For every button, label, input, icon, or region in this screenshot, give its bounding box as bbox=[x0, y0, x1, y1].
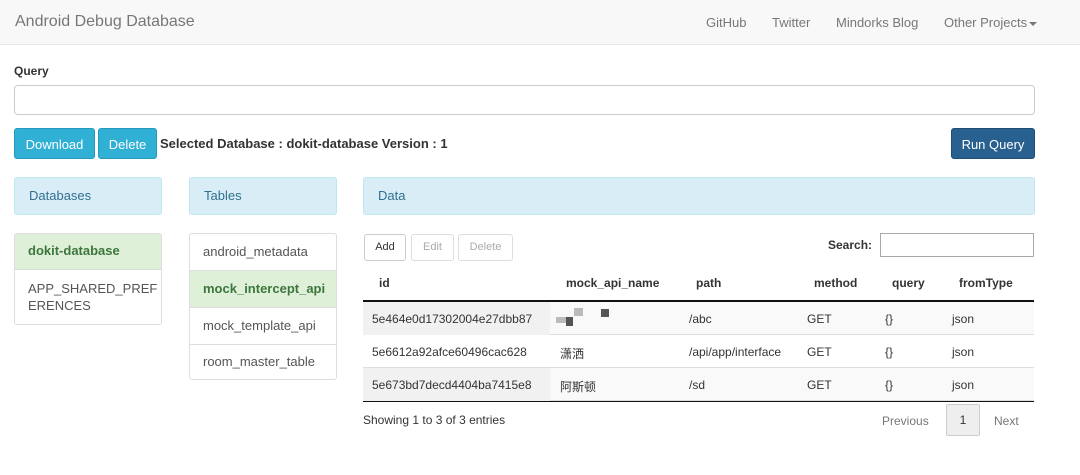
caret-down-icon bbox=[1029, 21, 1038, 26]
search-label: Search: bbox=[828, 238, 873, 252]
delete-database-button[interactable]: Delete bbox=[98, 128, 157, 159]
nav-link-github[interactable]: GitHub bbox=[706, 15, 746, 30]
emoji-glyph-fragment bbox=[556, 317, 566, 323]
column-header-from-type[interactable]: fromType bbox=[959, 276, 1013, 290]
app-brand[interactable]: Android Debug Database bbox=[15, 13, 195, 31]
pagination-previous[interactable]: Previous bbox=[882, 414, 929, 428]
database-item-dokit-database[interactable]: dokit-database bbox=[15, 234, 161, 270]
column-header-method[interactable]: method bbox=[814, 276, 857, 290]
cell-mock-api-name: 阿斯顿 bbox=[560, 380, 597, 394]
selected-database-info: Selected Database : dokit-database Versi… bbox=[160, 136, 448, 151]
emoji-glyph-fragment bbox=[601, 309, 609, 317]
column-header-id[interactable]: id bbox=[379, 276, 390, 290]
nav-link-twitter[interactable]: Twitter bbox=[772, 15, 810, 30]
databases-panel-heading: Databases bbox=[14, 177, 162, 215]
edit-row-button[interactable]: Edit bbox=[411, 234, 454, 261]
cell-mock-api-name: 潇洒 bbox=[560, 347, 585, 361]
cell-query: {} bbox=[885, 312, 894, 326]
table-row[interactable]: 5e464e0d17302004e27dbb87 /abc GET {} jso… bbox=[363, 302, 1034, 335]
table-bottom-border bbox=[363, 401, 1034, 402]
run-query-button[interactable]: Run Query bbox=[951, 128, 1035, 159]
column-header-mock-api-name[interactable]: mock_api_name bbox=[566, 276, 659, 290]
navbar: Android Debug Database GitHub Twitter Mi… bbox=[0, 0, 1080, 45]
cell-id: 5e6612a92afce60496cac628 bbox=[372, 345, 527, 359]
tables-list: android_metadata mock_intercept_api mock… bbox=[189, 233, 337, 380]
column-header-path[interactable]: path bbox=[696, 276, 721, 290]
pagination-page-1[interactable]: 1 bbox=[946, 404, 980, 436]
query-label: Query bbox=[14, 64, 49, 78]
tables-panel-heading: Tables bbox=[189, 177, 337, 215]
cell-method: GET bbox=[807, 378, 832, 392]
cell-path: /sd bbox=[689, 378, 706, 392]
cell-from-type: json bbox=[952, 378, 975, 392]
nav-dropdown-other-projects[interactable]: Other Projects bbox=[944, 15, 1038, 30]
database-item-label-line1: APP_SHARED_PREF bbox=[28, 281, 158, 296]
data-panel-heading: Data bbox=[363, 177, 1035, 215]
table-item-room-master-table[interactable]: room_master_table bbox=[190, 345, 336, 380]
cell-id: 5e464e0d17302004e27dbb87 bbox=[372, 312, 533, 326]
pagination-next[interactable]: Next bbox=[994, 414, 1019, 428]
emoji-glyph-fragment bbox=[566, 317, 573, 326]
table-item-mock-template-api[interactable]: mock_template_api bbox=[190, 308, 336, 345]
cell-id: 5e673bd7decd4404ba7415e8 bbox=[372, 378, 532, 392]
database-item-label-line2: ERENCES bbox=[28, 298, 91, 313]
table-row[interactable]: 5e6612a92afce60496cac628 潇洒 /api/app/int… bbox=[363, 335, 1034, 368]
delete-row-button[interactable]: Delete bbox=[458, 234, 513, 261]
cell-method: GET bbox=[807, 345, 832, 359]
entries-info: Showing 1 to 3 of 3 entries bbox=[363, 413, 506, 427]
nav-link-other-projects-label: Other Projects bbox=[944, 15, 1028, 30]
table-row[interactable]: 5e673bd7decd4404ba7415e8 阿斯顿 /sd GET {} … bbox=[363, 368, 1034, 401]
table-item-android-metadata[interactable]: android_metadata bbox=[190, 234, 336, 271]
nav-link-mindorks-blog[interactable]: Mindorks Blog bbox=[836, 15, 918, 30]
query-input[interactable] bbox=[14, 85, 1035, 115]
search-input[interactable] bbox=[880, 233, 1034, 257]
download-button[interactable]: Download bbox=[14, 128, 95, 159]
databases-list: dokit-database APP_SHARED_PREF ERENCES bbox=[14, 233, 162, 325]
cell-query: {} bbox=[885, 378, 894, 392]
table-item-mock-intercept-api[interactable]: mock_intercept_api bbox=[190, 271, 336, 308]
cell-from-type: json bbox=[952, 345, 975, 359]
cell-method: GET bbox=[807, 312, 832, 326]
add-row-button[interactable]: Add bbox=[364, 234, 406, 261]
column-header-query[interactable]: query bbox=[892, 276, 925, 290]
emoji-glyph-fragment bbox=[574, 308, 583, 316]
cell-from-type: json bbox=[952, 312, 975, 326]
cell-path: /api/app/interface bbox=[689, 345, 782, 359]
cell-path: /abc bbox=[689, 312, 712, 326]
database-item-app-shared-preferences[interactable]: APP_SHARED_PREF ERENCES bbox=[15, 270, 161, 324]
cell-query: {} bbox=[885, 345, 894, 359]
